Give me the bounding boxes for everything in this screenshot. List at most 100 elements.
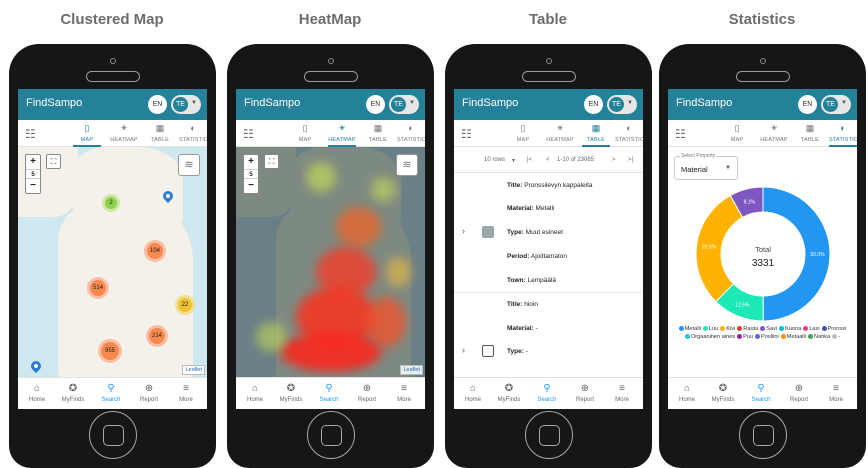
legend-item[interactable]: - <box>832 333 840 341</box>
tab-table[interactable]: ▦ TABLE <box>146 123 174 143</box>
rows-per-page-select[interactable]: 10 rows <box>484 157 505 163</box>
nav-myfinds[interactable]: ✪ MyFinds <box>274 383 308 403</box>
tab-map[interactable]: ▯ MAP <box>723 123 751 143</box>
map-cluster[interactable]: 2 <box>102 194 120 212</box>
tab-statistics[interactable]: ◐ STATISTICS <box>829 123 857 147</box>
tab-table[interactable]: ▦ TABLE <box>796 123 824 143</box>
first-page-icon[interactable]: |< <box>527 157 532 163</box>
legend-item[interactable]: Kuona <box>779 325 801 333</box>
nav-myfinds[interactable]: ✪ MyFinds <box>56 383 90 403</box>
chevron-right-icon[interactable]: › <box>462 345 465 355</box>
tab-statistics[interactable]: ◐ STATISTICS <box>615 123 643 143</box>
layers-icon[interactable]: ≋ <box>178 154 200 176</box>
zoom-out-button[interactable]: − <box>26 179 40 193</box>
map-view[interactable]: + 5 − ⛶ ≋ 2 104 514 22 214 955 Leaflet <box>18 147 207 377</box>
fullscreen-icon[interactable]: ⛶ <box>46 154 61 169</box>
map-marker-icon[interactable] <box>28 358 44 374</box>
nav-home[interactable]: ⌂ Home <box>238 383 272 403</box>
tab-table[interactable]: ▦ TABLE <box>582 123 610 147</box>
app-brand[interactable]: FindSampo <box>676 97 732 109</box>
legend-item[interactable]: Pronssi <box>821 325 846 333</box>
filter-icon[interactable]: ☷ <box>243 127 254 141</box>
home-button[interactable] <box>524 411 573 459</box>
tab-statistics[interactable]: ◐ STATISTICS <box>397 123 425 143</box>
language-button[interactable]: EN <box>798 95 817 114</box>
tab-heatmap[interactable]: ☀ HEATMAP <box>760 123 788 143</box>
nav-search[interactable]: ⚲ Search <box>530 383 564 403</box>
nav-home[interactable]: ⌂ Home <box>670 383 704 403</box>
legend-item[interactable]: Lasi <box>803 325 820 333</box>
tab-table[interactable]: ▦ TABLE <box>364 123 392 143</box>
home-button[interactable] <box>88 411 137 459</box>
legend-item[interactable]: Rauta <box>737 325 758 333</box>
nav-more[interactable]: ≡ More <box>819 383 853 403</box>
user-menu-button[interactable]: TE ▼ <box>171 95 201 114</box>
nav-report[interactable]: ⊕ Report <box>350 383 384 403</box>
nav-home[interactable]: ⌂ Home <box>20 383 54 403</box>
user-menu-button[interactable]: TE ▼ <box>389 95 419 114</box>
map-cluster[interactable]: 104 <box>144 240 166 262</box>
map-cluster[interactable]: 514 <box>87 277 109 299</box>
legend-item[interactable]: Savi <box>760 325 777 333</box>
legend-item[interactable]: Luu <box>702 325 718 333</box>
zoom-out-button[interactable]: − <box>244 179 258 193</box>
find-thumbnail[interactable] <box>482 226 494 238</box>
layers-icon[interactable]: ≋ <box>396 154 418 176</box>
filter-icon[interactable]: ☷ <box>675 127 686 141</box>
user-menu-button[interactable]: TE ▼ <box>821 95 851 114</box>
tab-map[interactable]: ▯ MAP <box>509 123 537 143</box>
nav-home[interactable]: ⌂ Home <box>456 383 490 403</box>
tab-heatmap[interactable]: ☀ HEATMAP <box>110 123 138 143</box>
leaflet-attribution[interactable]: Leaflet <box>182 365 205 375</box>
nav-search[interactable]: ⚲ Search <box>312 383 346 403</box>
leaflet-attribution[interactable]: Leaflet <box>400 365 423 375</box>
last-page-icon[interactable]: >| <box>628 157 633 163</box>
language-button[interactable]: EN <box>148 95 167 114</box>
app-brand[interactable]: FindSampo <box>462 97 518 109</box>
legend-item[interactable]: Puu <box>737 333 753 341</box>
image-placeholder-icon[interactable] <box>482 345 494 357</box>
app-brand[interactable]: FindSampo <box>244 97 300 109</box>
nav-myfinds[interactable]: ✪ MyFinds <box>492 383 526 403</box>
home-button[interactable] <box>738 411 787 459</box>
property-select[interactable]: Select Property Material ▼ <box>674 153 738 180</box>
tab-map[interactable]: ▯ MAP <box>73 123 101 147</box>
fullscreen-icon[interactable]: ⛶ <box>264 154 279 169</box>
home-button[interactable] <box>306 411 355 459</box>
user-menu-button[interactable]: TE ▼ <box>607 95 637 114</box>
app-brand[interactable]: FindSampo <box>26 97 82 109</box>
next-page-icon[interactable]: > <box>612 157 616 163</box>
nav-more[interactable]: ≡ More <box>169 383 203 403</box>
prev-page-icon[interactable]: < <box>546 157 550 163</box>
legend-item[interactable]: Posliini <box>755 333 779 341</box>
language-button[interactable]: EN <box>366 95 385 114</box>
heatmap-view[interactable]: + 5 − ⛶ ≋ Leaflet <box>236 147 425 377</box>
legend-item[interactable]: Metaalli <box>780 333 806 341</box>
legend-item[interactable]: Nahka <box>808 333 830 341</box>
tab-heatmap[interactable]: ☀ HEATMAP <box>546 123 574 143</box>
nav-report[interactable]: ⊕ Report <box>568 383 602 403</box>
legend-item[interactable]: Kivi <box>720 325 735 333</box>
zoom-in-button[interactable]: + <box>244 155 258 169</box>
nav-more[interactable]: ≡ More <box>387 383 421 403</box>
chevron-right-icon[interactable]: › <box>462 226 465 236</box>
language-button[interactable]: EN <box>584 95 603 114</box>
legend-item[interactable]: Orgaaninen aines <box>684 333 735 341</box>
nav-myfinds[interactable]: ✪ MyFinds <box>706 383 740 403</box>
nav-search[interactable]: ⚲ Search <box>744 383 778 403</box>
zoom-in-button[interactable]: + <box>26 155 40 169</box>
tab-statistics[interactable]: ◐ STATISTICS <box>179 123 207 143</box>
map-cluster[interactable]: 214 <box>146 325 168 347</box>
legend-item[interactable]: Metalli <box>678 325 701 333</box>
nav-report[interactable]: ⊕ Report <box>782 383 816 403</box>
nav-search[interactable]: ⚲ Search <box>94 383 128 403</box>
nav-more[interactable]: ≡ More <box>605 383 639 403</box>
chevron-down-icon[interactable]: ▾ <box>512 157 515 164</box>
filter-icon[interactable]: ☷ <box>25 127 36 141</box>
tab-map[interactable]: ▯ MAP <box>291 123 319 143</box>
nav-report[interactable]: ⊕ Report <box>132 383 166 403</box>
map-cluster[interactable]: 22 <box>175 295 195 315</box>
tab-heatmap[interactable]: ☀ HEATMAP <box>328 123 356 147</box>
filter-icon[interactable]: ☷ <box>461 127 472 141</box>
map-cluster[interactable]: 955 <box>98 339 122 363</box>
